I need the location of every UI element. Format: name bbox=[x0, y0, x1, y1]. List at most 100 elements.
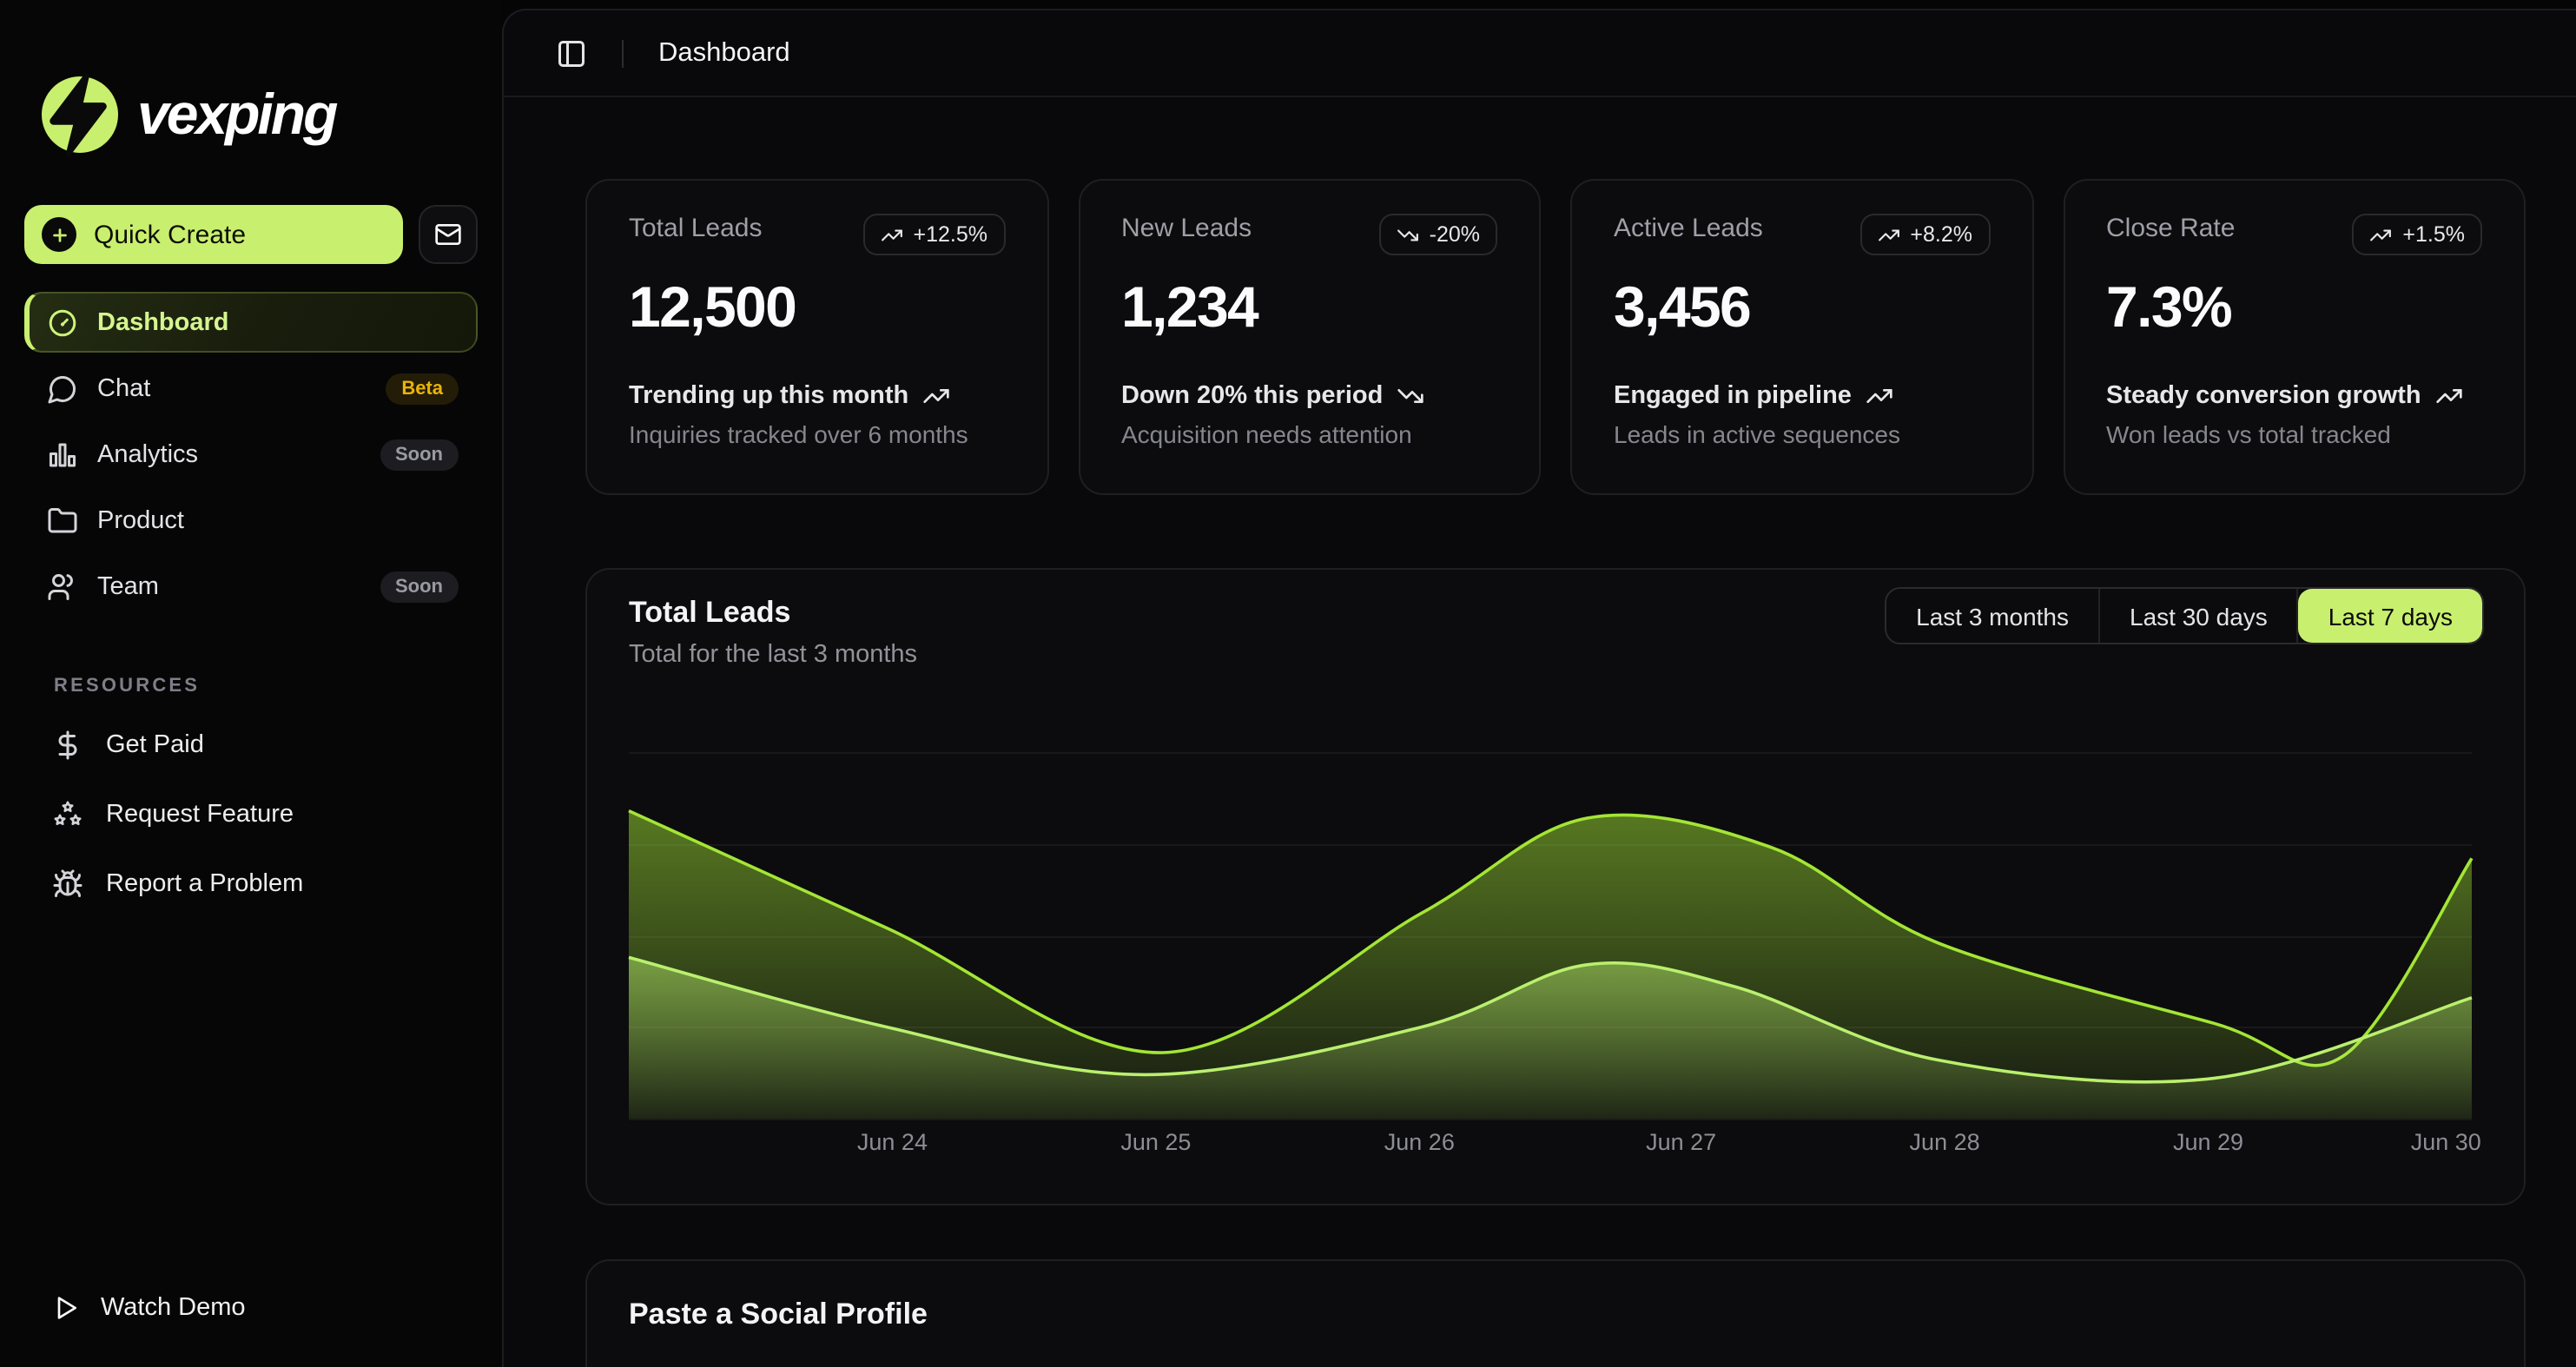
trending-up-icon bbox=[2369, 223, 2392, 246]
trending-down-icon bbox=[1397, 223, 1419, 246]
trending-down-icon bbox=[1397, 382, 1424, 410]
message-circle-icon bbox=[47, 373, 78, 404]
sidebar-item-report-problem[interactable]: Report a Problem bbox=[24, 849, 478, 919]
chart-x-axis: Jun 24Jun 25Jun 26Jun 27Jun 28Jun 29Jun … bbox=[629, 1119, 2472, 1164]
stat-card-grid: Total Leads +12.5% 12,500 Trending up th… bbox=[585, 179, 2526, 495]
panel-left-icon bbox=[556, 37, 587, 69]
stat-subtext: Leads in active sequences bbox=[1614, 420, 1990, 448]
x-axis-tick: Jun 27 bbox=[1646, 1129, 1716, 1155]
soon-badge: Soon bbox=[380, 571, 459, 602]
stat-card-active-leads: Active Leads +8.2% 3,456 Engaged in pipe… bbox=[1570, 179, 2033, 495]
stat-card-new-leads: New Leads -20% 1,234 Down 20% this perio… bbox=[1078, 179, 1541, 495]
main-content: Total Leads +12.5% 12,500 Trending up th… bbox=[504, 97, 2576, 1367]
range-last-7-days[interactable]: Last 7 days bbox=[2299, 589, 2482, 643]
sidebar-item-analytics[interactable]: Analytics Soon bbox=[24, 424, 478, 485]
beta-badge: Beta bbox=[386, 373, 459, 404]
trending-up-icon bbox=[881, 223, 903, 246]
trending-up-icon bbox=[1877, 223, 1899, 246]
x-axis-tick: Jun 30 bbox=[2411, 1129, 2481, 1155]
bug-icon bbox=[52, 868, 83, 900]
stat-subtext: Inquiries tracked over 6 months bbox=[629, 420, 1005, 448]
stat-change-badge: +1.5% bbox=[2352, 214, 2482, 255]
mail-icon bbox=[434, 221, 462, 248]
sidebar-item-get-paid[interactable]: Get Paid bbox=[24, 710, 478, 780]
lightning-bolt-icon bbox=[42, 76, 118, 153]
range-last-30-days[interactable]: Last 30 days bbox=[2100, 589, 2299, 643]
watch-demo-button[interactable]: Watch Demo bbox=[24, 1273, 478, 1343]
sidebar-item-label: Chat bbox=[97, 374, 150, 402]
header-divider bbox=[622, 39, 624, 67]
users-icon bbox=[47, 571, 78, 602]
sidebar-item-chat[interactable]: Chat Beta bbox=[24, 358, 478, 419]
soon-badge: Soon bbox=[380, 439, 459, 470]
stat-trend: Steady conversion growth bbox=[2106, 382, 2482, 410]
stat-value: 7.3% bbox=[2106, 274, 2482, 340]
resource-item-label: Report a Problem bbox=[106, 870, 303, 898]
x-axis-tick: Jun 29 bbox=[2173, 1129, 2243, 1155]
stat-change-badge: +8.2% bbox=[1859, 214, 1990, 255]
stat-title: New Leads bbox=[1121, 214, 1252, 243]
quick-create-button[interactable]: Quick Create bbox=[24, 205, 403, 264]
watch-demo-label: Watch Demo bbox=[101, 1294, 246, 1322]
stat-value: 1,234 bbox=[1121, 274, 1497, 340]
sidebar-item-label: Analytics bbox=[97, 440, 198, 468]
brand-name: vexping bbox=[137, 82, 335, 148]
gauge-icon bbox=[47, 307, 78, 338]
stars-icon bbox=[52, 799, 83, 830]
sidebar-item-dashboard[interactable]: Dashboard bbox=[24, 292, 478, 353]
play-icon bbox=[52, 1294, 80, 1322]
plus-circle-icon bbox=[42, 217, 76, 252]
chart-plot[interactable] bbox=[629, 752, 2472, 1119]
page-title: Dashboard bbox=[658, 37, 790, 69]
stat-trend: Trending up this month bbox=[629, 382, 1005, 410]
stat-change-badge: +12.5% bbox=[863, 214, 1006, 255]
sidebar-nav: Dashboard Chat Beta Analytics Soon Produ… bbox=[24, 292, 478, 617]
sidebar: vexping Quick Create Dashboard Chat bbox=[0, 0, 502, 1367]
range-last-3-months[interactable]: Last 3 months bbox=[1886, 589, 2100, 643]
sidebar-item-label: Team bbox=[97, 572, 159, 600]
stat-value: 12,500 bbox=[629, 274, 1005, 340]
social-card-title: Paste a Social Profile bbox=[629, 1298, 2482, 1332]
stat-trend: Engaged in pipeline bbox=[1614, 382, 1990, 410]
stat-title: Total Leads bbox=[629, 214, 762, 243]
chart-subtitle: Total for the last 3 months bbox=[629, 641, 2482, 669]
resource-item-label: Get Paid bbox=[106, 731, 204, 759]
area-chart-svg bbox=[629, 752, 2472, 1119]
stat-title: Close Rate bbox=[2106, 214, 2235, 243]
x-axis-tick: Jun 24 bbox=[857, 1129, 928, 1155]
stat-value: 3,456 bbox=[1614, 274, 1990, 340]
x-axis-tick: Jun 28 bbox=[1910, 1129, 1980, 1155]
folder-icon bbox=[47, 505, 78, 536]
x-axis-tick: Jun 26 bbox=[1384, 1129, 1455, 1155]
time-range-toggle: Last 3 months Last 30 days Last 7 days bbox=[1885, 587, 2484, 644]
main-panel: Dashboard Total Leads +12.5% 12,500 Tren… bbox=[502, 9, 2576, 1367]
sidebar-item-product[interactable]: Product bbox=[24, 490, 478, 551]
trending-up-icon bbox=[1866, 382, 1893, 410]
stat-card-close-rate: Close Rate +1.5% 7.3% Steady conversion … bbox=[2063, 179, 2526, 495]
sidebar-item-team[interactable]: Team Soon bbox=[24, 556, 478, 617]
bar-chart-icon bbox=[47, 439, 78, 470]
brand-logo: vexping bbox=[24, 0, 478, 167]
stat-change-badge: -20% bbox=[1379, 214, 1497, 255]
dollar-sign-icon bbox=[52, 730, 83, 761]
stat-card-total-leads: Total Leads +12.5% 12,500 Trending up th… bbox=[585, 179, 1048, 495]
app-root: vexping Quick Create Dashboard Chat bbox=[0, 0, 2576, 1367]
stat-trend: Down 20% this period bbox=[1121, 382, 1497, 410]
quick-create-row: Quick Create bbox=[24, 205, 478, 264]
stat-subtext: Won leads vs total tracked bbox=[2106, 420, 2482, 448]
sidebar-toggle-button[interactable] bbox=[549, 30, 594, 76]
stat-title: Active Leads bbox=[1614, 214, 1763, 243]
sidebar-item-label: Product bbox=[97, 506, 184, 534]
trending-up-icon bbox=[2435, 382, 2463, 410]
x-axis-tick: Jun 25 bbox=[1120, 1129, 1191, 1155]
sidebar-item-label: Dashboard bbox=[97, 308, 229, 336]
social-profile-card: Paste a Social Profile bbox=[585, 1259, 2526, 1367]
total-leads-chart-card: Total Leads Total for the last 3 months … bbox=[585, 568, 2526, 1205]
resources-section-title: RESOURCES bbox=[54, 676, 478, 697]
stat-subtext: Acquisition needs attention bbox=[1121, 420, 1497, 448]
resource-item-label: Request Feature bbox=[106, 801, 294, 829]
sidebar-item-request-feature[interactable]: Request Feature bbox=[24, 780, 478, 849]
trending-up-icon bbox=[922, 382, 950, 410]
page-header: Dashboard bbox=[504, 10, 2576, 97]
mail-button[interactable] bbox=[419, 205, 478, 264]
